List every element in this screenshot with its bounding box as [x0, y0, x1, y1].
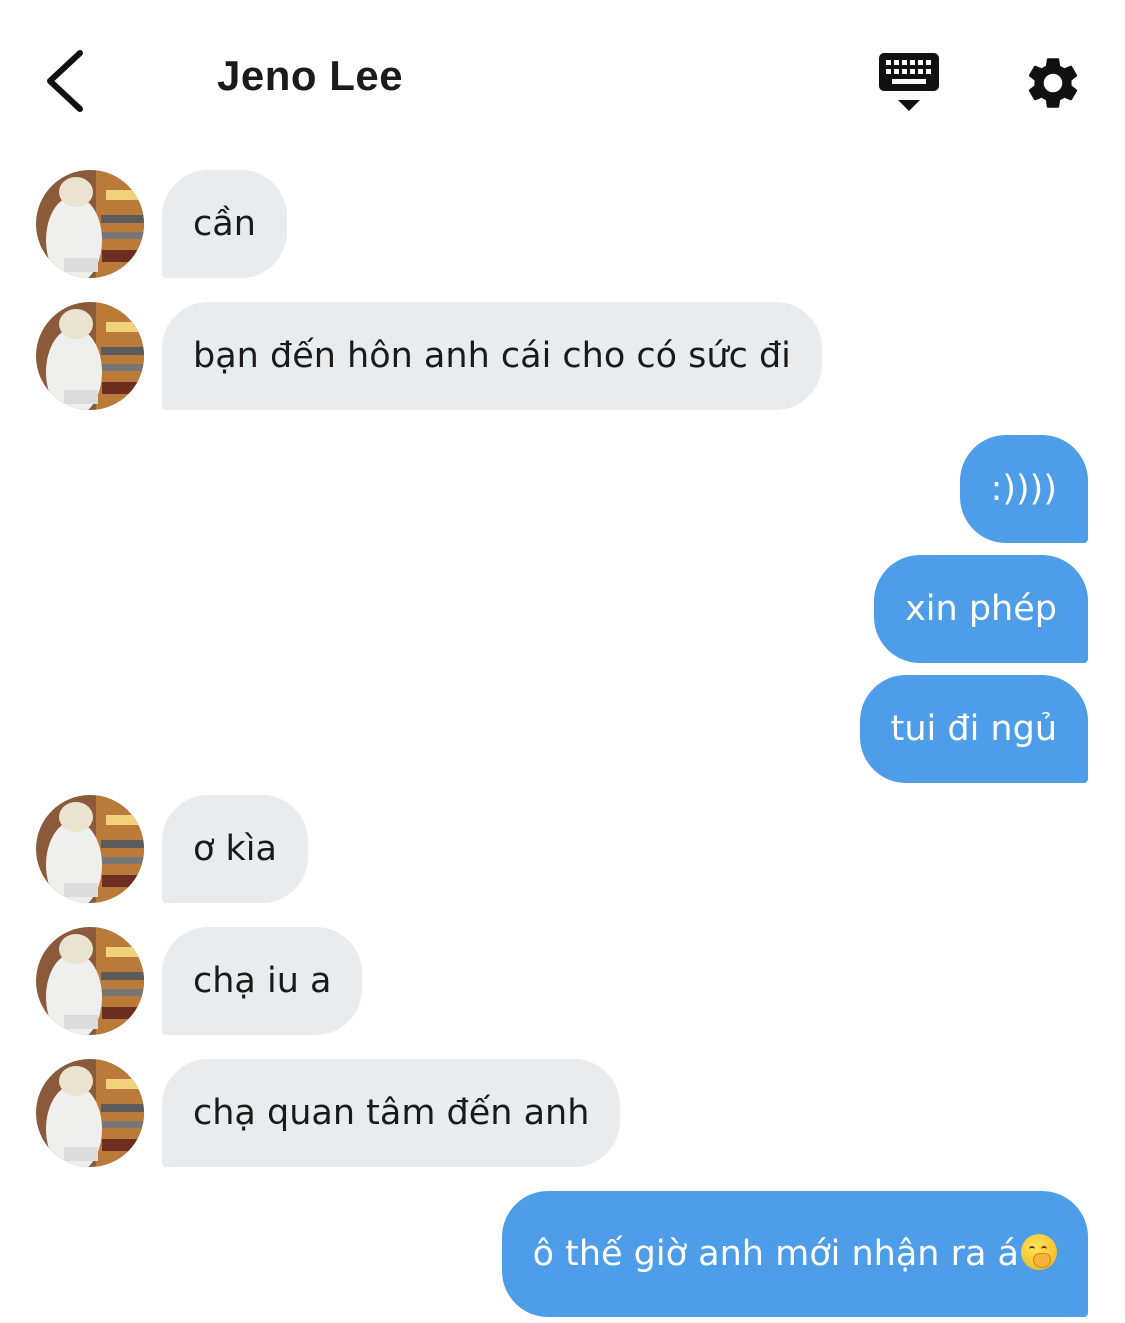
settings-button[interactable] — [1022, 52, 1084, 114]
face-with-hand-over-mouth-icon — [1021, 1234, 1057, 1270]
contact-avatar[interactable] — [36, 170, 144, 278]
message-bubble-incoming[interactable]: ơ kìa — [162, 795, 308, 903]
message-bubble-outgoing[interactable]: ô thế giờ anh mới nhận ra á — [501, 1191, 1088, 1317]
message-bubble-incoming[interactable]: chạ iu a — [162, 927, 363, 1035]
message-bubble-incoming[interactable]: bạn đến hôn anh cái cho có sức đi — [162, 302, 822, 410]
back-button[interactable] — [40, 45, 100, 117]
contact-avatar[interactable] — [36, 302, 144, 410]
contact-name[interactable]: Jeno Lee — [217, 52, 403, 100]
message-bubble-outgoing[interactable]: xin phép — [874, 555, 1088, 663]
message-bubble-outgoing[interactable]: tui đi ngủ — [859, 675, 1088, 783]
contact-avatar[interactable] — [36, 795, 144, 903]
keyboard-button[interactable] — [876, 50, 942, 116]
contact-avatar[interactable] — [36, 927, 144, 1035]
keyboard-icon — [879, 53, 939, 111]
message-bubble-outgoing[interactable]: :)))) — [959, 435, 1088, 543]
chat-header: Jeno Lee — [0, 0, 1125, 160]
message-bubble-incoming[interactable]: chạ quan tâm đến anh — [162, 1059, 621, 1167]
message-text: ô thế giờ anh mới nhận ra á — [532, 1234, 1019, 1274]
gear-icon — [1028, 58, 1078, 108]
chevron-left-icon — [47, 50, 83, 112]
contact-avatar[interactable] — [36, 1059, 144, 1167]
message-bubble-incoming[interactable]: cần — [162, 170, 287, 278]
